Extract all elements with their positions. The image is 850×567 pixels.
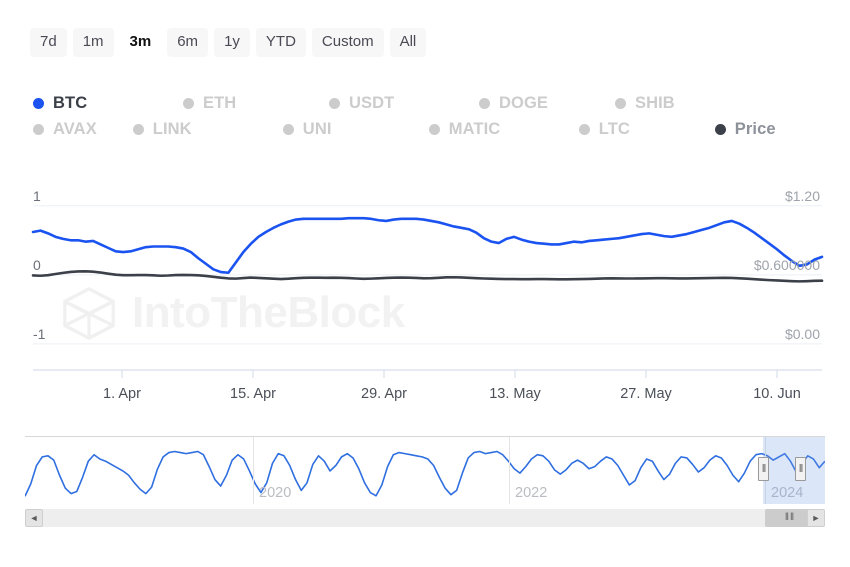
range-button-ytd[interactable]: YTD — [256, 28, 306, 57]
navigator-series-svg — [25, 437, 825, 504]
legend-dot-price — [715, 124, 726, 135]
legend-label-doge: DOGE — [499, 94, 548, 113]
legend-label-matic: MATIC — [449, 120, 501, 139]
legend-dot-ltc — [579, 124, 590, 135]
range-button-custom[interactable]: Custom — [312, 28, 384, 57]
range-button-1m[interactable]: 1m — [73, 28, 114, 57]
legend-dot-doge — [479, 98, 490, 109]
legend-label-avax: AVAX — [53, 120, 97, 139]
legend-item-avax[interactable]: AVAX — [33, 116, 97, 142]
range-selector: 7d 1m 3m 6m 1y YTD Custom All — [30, 28, 426, 57]
legend-item-uni[interactable]: UNI — [283, 116, 393, 142]
legend-label-btc: BTC — [53, 94, 87, 113]
range-button-6m[interactable]: 6m — [167, 28, 208, 57]
navigator-handle-left[interactable]: ‖ — [758, 457, 769, 481]
legend-item-doge[interactable]: DOGE — [479, 90, 579, 116]
y-axis-right-tick-0: $1.20 — [0, 188, 820, 204]
legend-label-ltc: LTC — [599, 120, 630, 139]
x-axis-tick-3: 13. May — [489, 386, 541, 402]
navigator-handle-right[interactable]: ‖ — [795, 457, 806, 481]
y-axis-right-tick-1: $0.600000 — [0, 257, 820, 273]
range-button-1y[interactable]: 1y — [214, 28, 250, 57]
legend-item-shib[interactable]: SHIB — [615, 90, 720, 116]
legend-label-usdt: USDT — [349, 94, 394, 113]
legend-dot-usdt — [329, 98, 340, 109]
legend-item-matic[interactable]: MATIC — [429, 116, 543, 142]
chart-svg — [0, 185, 850, 420]
navigator-year-2020: 2020 — [259, 485, 291, 501]
x-axis-tick-2: 29. Apr — [361, 386, 407, 402]
navigator-selection-window[interactable] — [763, 437, 825, 504]
legend-label-eth: ETH — [203, 94, 236, 113]
chart-legend: BTC ETH USDT DOGE SHIB AVAX LINK UNI MAT… — [33, 90, 823, 142]
chart-navigator[interactable]: 2020 2022 2024 ‖ ‖ — [25, 436, 825, 504]
legend-item-btc[interactable]: BTC — [33, 90, 147, 116]
legend-dot-link — [133, 124, 144, 135]
legend-dot-btc — [33, 98, 44, 109]
legend-dot-uni — [283, 124, 294, 135]
range-button-all[interactable]: All — [390, 28, 427, 57]
x-axis-tick-5: 10. Jun — [753, 386, 801, 402]
navigator-scrollbar[interactable]: ◄ ‖‖ ► — [25, 509, 825, 527]
legend-item-link[interactable]: LINK — [133, 116, 247, 142]
y-axis-right-tick-2: $0.00 — [0, 326, 820, 342]
navigator-year-2022: 2022 — [515, 485, 547, 501]
legend-label-uni: UNI — [303, 120, 332, 139]
chart-plot-area[interactable] — [0, 185, 850, 420]
legend-dot-avax — [33, 124, 44, 135]
x-axis-tick-1: 15. Apr — [230, 386, 276, 402]
legend-dot-shib — [615, 98, 626, 109]
x-axis-tick-4: 27. May — [620, 386, 672, 402]
legend-item-eth[interactable]: ETH — [183, 90, 293, 116]
range-button-7d[interactable]: 7d — [30, 28, 67, 57]
scroll-right-button[interactable]: ► — [807, 509, 825, 527]
scroll-left-button[interactable]: ◄ — [25, 509, 43, 527]
x-axis-tick-0: 1. Apr — [103, 386, 141, 402]
legend-dot-matic — [429, 124, 440, 135]
legend-label-link: LINK — [153, 120, 192, 139]
range-button-3m[interactable]: 3m — [120, 28, 162, 57]
legend-label-shib: SHIB — [635, 94, 675, 113]
legend-item-price[interactable]: Price — [715, 116, 776, 142]
legend-item-usdt[interactable]: USDT — [329, 90, 443, 116]
navigator-separator — [253, 437, 254, 504]
legend-item-ltc[interactable]: LTC — [579, 116, 679, 142]
legend-label-price: Price — [735, 120, 776, 139]
navigator-separator — [509, 437, 510, 504]
legend-dot-eth — [183, 98, 194, 109]
